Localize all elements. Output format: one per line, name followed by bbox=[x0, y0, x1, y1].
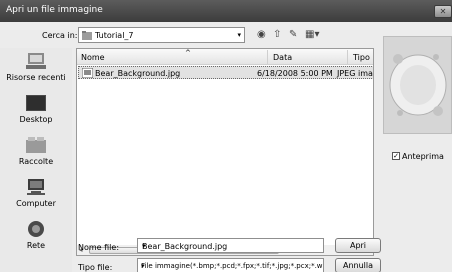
file-list[interactable]: Nome ^ Data Tipo Bear_Background.jpg 6/1… bbox=[76, 48, 374, 256]
chevron-down-icon[interactable]: ▾ bbox=[237, 31, 241, 39]
open-button[interactable]: Apri bbox=[335, 238, 381, 253]
place-label: Desktop bbox=[19, 115, 53, 124]
place-label: Rete bbox=[26, 241, 46, 250]
cancel-button[interactable]: Annulla bbox=[335, 258, 381, 272]
dialog-body: Cerca in: Tutorial_7 ▾ ◉ ⇧ ✎ ▦▾ Risorse … bbox=[0, 22, 452, 272]
new-folder-icon[interactable]: ✎ bbox=[289, 28, 297, 42]
column-type[interactable]: Tipo bbox=[353, 53, 370, 62]
desktop-icon bbox=[26, 95, 46, 111]
window-title: Apri un file immagine bbox=[6, 5, 103, 15]
lookin-dropdown[interactable]: Tutorial_7 ▾ bbox=[78, 27, 245, 43]
filetype-label: Tipo file: bbox=[78, 263, 113, 272]
chevron-down-icon[interactable]: ▾ bbox=[141, 262, 320, 270]
view-menu-icon[interactable]: ▦▾ bbox=[305, 28, 319, 42]
checkbox-check-icon[interactable]: ✓ bbox=[392, 152, 400, 160]
preview-pane bbox=[383, 36, 452, 134]
place-computer[interactable]: Computer bbox=[0, 178, 72, 208]
up-folder-icon[interactable]: ⇧ bbox=[273, 28, 281, 42]
place-recent[interactable]: Risorse recenti bbox=[0, 52, 72, 82]
filename-input[interactable]: Bear_Background.jpg ▾ bbox=[137, 238, 324, 253]
lookin-value: Tutorial_7 bbox=[95, 31, 134, 40]
image-file-icon bbox=[82, 68, 93, 78]
preview-image bbox=[384, 37, 451, 133]
recent-icon bbox=[26, 53, 46, 69]
column-date[interactable]: Data bbox=[273, 53, 292, 62]
chevron-down-icon[interactable]: ▾ bbox=[142, 242, 320, 250]
place-label: Raccolte bbox=[18, 157, 54, 166]
file-row[interactable]: Bear_Background.jpg 6/18/2008 5:00 PM JP… bbox=[78, 66, 374, 79]
filetype-select[interactable]: File immagine(*.bmp;*.pcd;*.fpx;*.tif;*.… bbox=[137, 258, 324, 272]
file-type: JPEG imag bbox=[337, 69, 374, 78]
place-label: Risorse recenti bbox=[6, 73, 66, 82]
list-header: Nome ^ Data Tipo bbox=[77, 49, 373, 65]
places-bar: Risorse recenti Desktop Raccolte Compute… bbox=[0, 48, 72, 272]
filename-label: Nome file: bbox=[78, 243, 120, 252]
lookin-label: Cerca in: bbox=[42, 31, 78, 40]
sort-up-icon: ^ bbox=[185, 49, 191, 57]
close-button[interactable]: ✕ bbox=[434, 5, 452, 18]
folder-icon bbox=[82, 31, 92, 40]
computer-icon bbox=[27, 179, 45, 195]
file-name: Bear_Background.jpg bbox=[95, 69, 181, 78]
place-network[interactable]: Rete bbox=[0, 220, 72, 250]
column-name[interactable]: Nome bbox=[81, 53, 105, 62]
libraries-icon bbox=[26, 137, 46, 153]
place-desktop[interactable]: Desktop bbox=[0, 94, 72, 124]
preview-label: Anteprima bbox=[402, 152, 444, 161]
place-label: Computer bbox=[16, 199, 56, 208]
column-divider[interactable] bbox=[267, 50, 268, 64]
network-icon bbox=[28, 221, 44, 237]
back-icon[interactable]: ◉ bbox=[257, 28, 266, 42]
title-bar: Apri un file immagine ✕ bbox=[0, 0, 452, 22]
column-divider[interactable] bbox=[347, 50, 348, 64]
place-libraries[interactable]: Raccolte bbox=[0, 136, 72, 166]
file-date: 6/18/2008 5:00 PM bbox=[257, 69, 333, 78]
